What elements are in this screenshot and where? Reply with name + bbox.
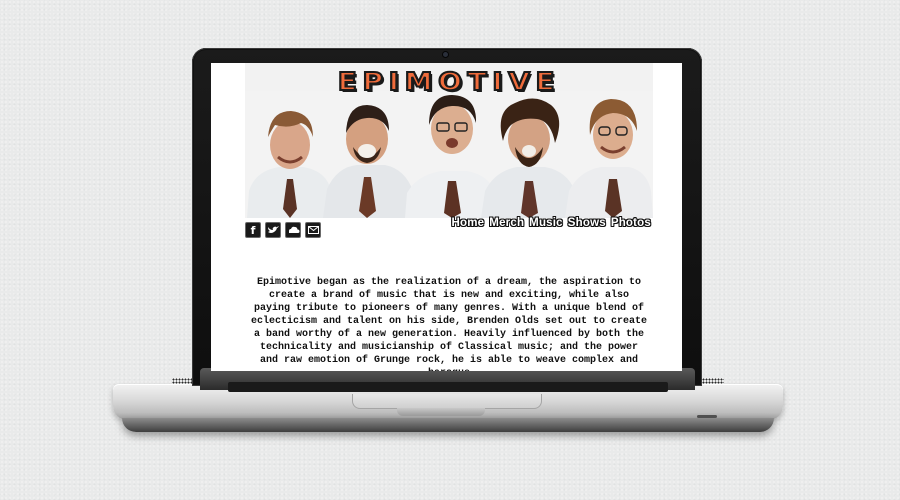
laptop-mockup: EPIMOTIVE f Home Merch Music Shows Photo… xyxy=(0,0,900,500)
webcam-icon xyxy=(443,52,448,57)
twitter-icon[interactable] xyxy=(265,222,281,238)
nav-home[interactable]: Home xyxy=(452,217,485,229)
nav-merch[interactable]: Merch xyxy=(489,217,524,229)
social-links: f xyxy=(245,222,321,239)
soundcloud-icon[interactable] xyxy=(285,222,301,238)
laptop-keyboard-edge xyxy=(228,382,668,392)
laptop-opening-notch xyxy=(397,408,485,416)
nav-music[interactable]: Music xyxy=(529,217,563,229)
laptop-screen: EPIMOTIVE f Home Merch Music Shows Photo… xyxy=(211,63,682,371)
sleep-indicator-light xyxy=(697,415,717,418)
nav-photos[interactable]: Photos xyxy=(611,217,651,229)
facebook-icon[interactable]: f xyxy=(245,222,261,238)
nav-shows[interactable]: Shows xyxy=(568,217,606,229)
laptop-trackpad xyxy=(352,394,542,409)
email-icon[interactable] xyxy=(305,222,321,238)
band-bio: Epimotive began as the realization of a … xyxy=(250,277,648,371)
laptop-base-edge xyxy=(122,418,774,432)
band-logo[interactable]: EPIMOTIVE xyxy=(245,68,653,96)
main-nav: Home Merch Music Shows Photos xyxy=(452,217,651,229)
band-photo xyxy=(245,91,653,218)
site-header: EPIMOTIVE xyxy=(245,63,653,218)
